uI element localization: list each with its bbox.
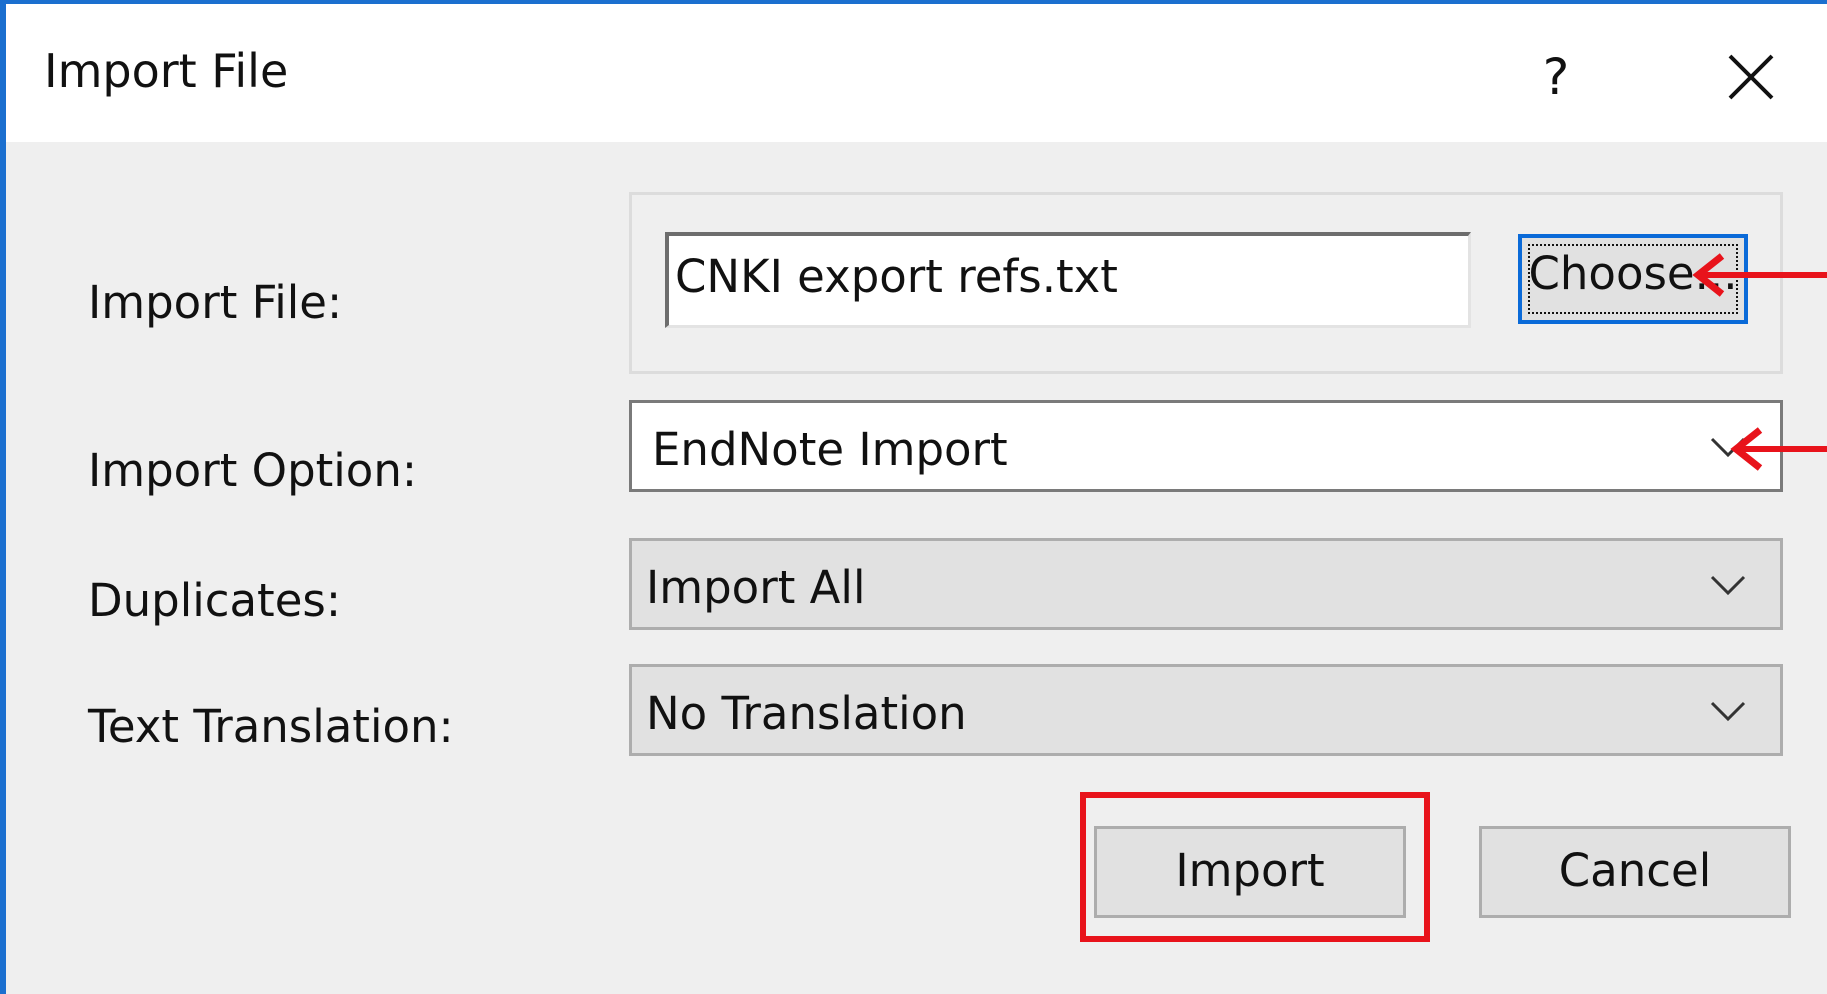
arrow-left-icon: [1692, 253, 1827, 297]
import-file-label: Import File:: [88, 276, 343, 329]
title-bar: Import File ?: [6, 4, 1827, 142]
import-option-value: EndNote Import: [652, 423, 1008, 476]
arrow-left-icon: [1730, 427, 1827, 471]
text-translation-value: No Translation: [646, 687, 967, 740]
close-button[interactable]: [1706, 32, 1796, 122]
text-translation-select[interactable]: No Translation: [629, 664, 1783, 756]
import-option-select[interactable]: EndNote Import: [629, 400, 1783, 492]
text-translation-label: Text Translation:: [88, 700, 454, 753]
import-highlight-box: [1080, 792, 1430, 942]
import-file-field[interactable]: CNKI export refs.txt: [665, 232, 1471, 328]
cancel-button[interactable]: Cancel: [1479, 826, 1791, 918]
close-icon: [1728, 54, 1774, 100]
duplicates-value: Import All: [646, 561, 866, 614]
import-file-dialog: Import File ? Import File: CNKI export r…: [0, 0, 1827, 994]
chevron-down-icon: [1710, 575, 1746, 596]
import-option-label: Import Option:: [88, 444, 417, 497]
dialog-body: Import File: CNKI export refs.txt Choose…: [6, 142, 1827, 994]
duplicates-label: Duplicates:: [88, 574, 341, 627]
chevron-down-icon: [1710, 701, 1746, 722]
dialog-title: Import File: [44, 44, 289, 98]
help-button[interactable]: ?: [1511, 32, 1601, 122]
duplicates-select[interactable]: Import All: [629, 538, 1783, 630]
